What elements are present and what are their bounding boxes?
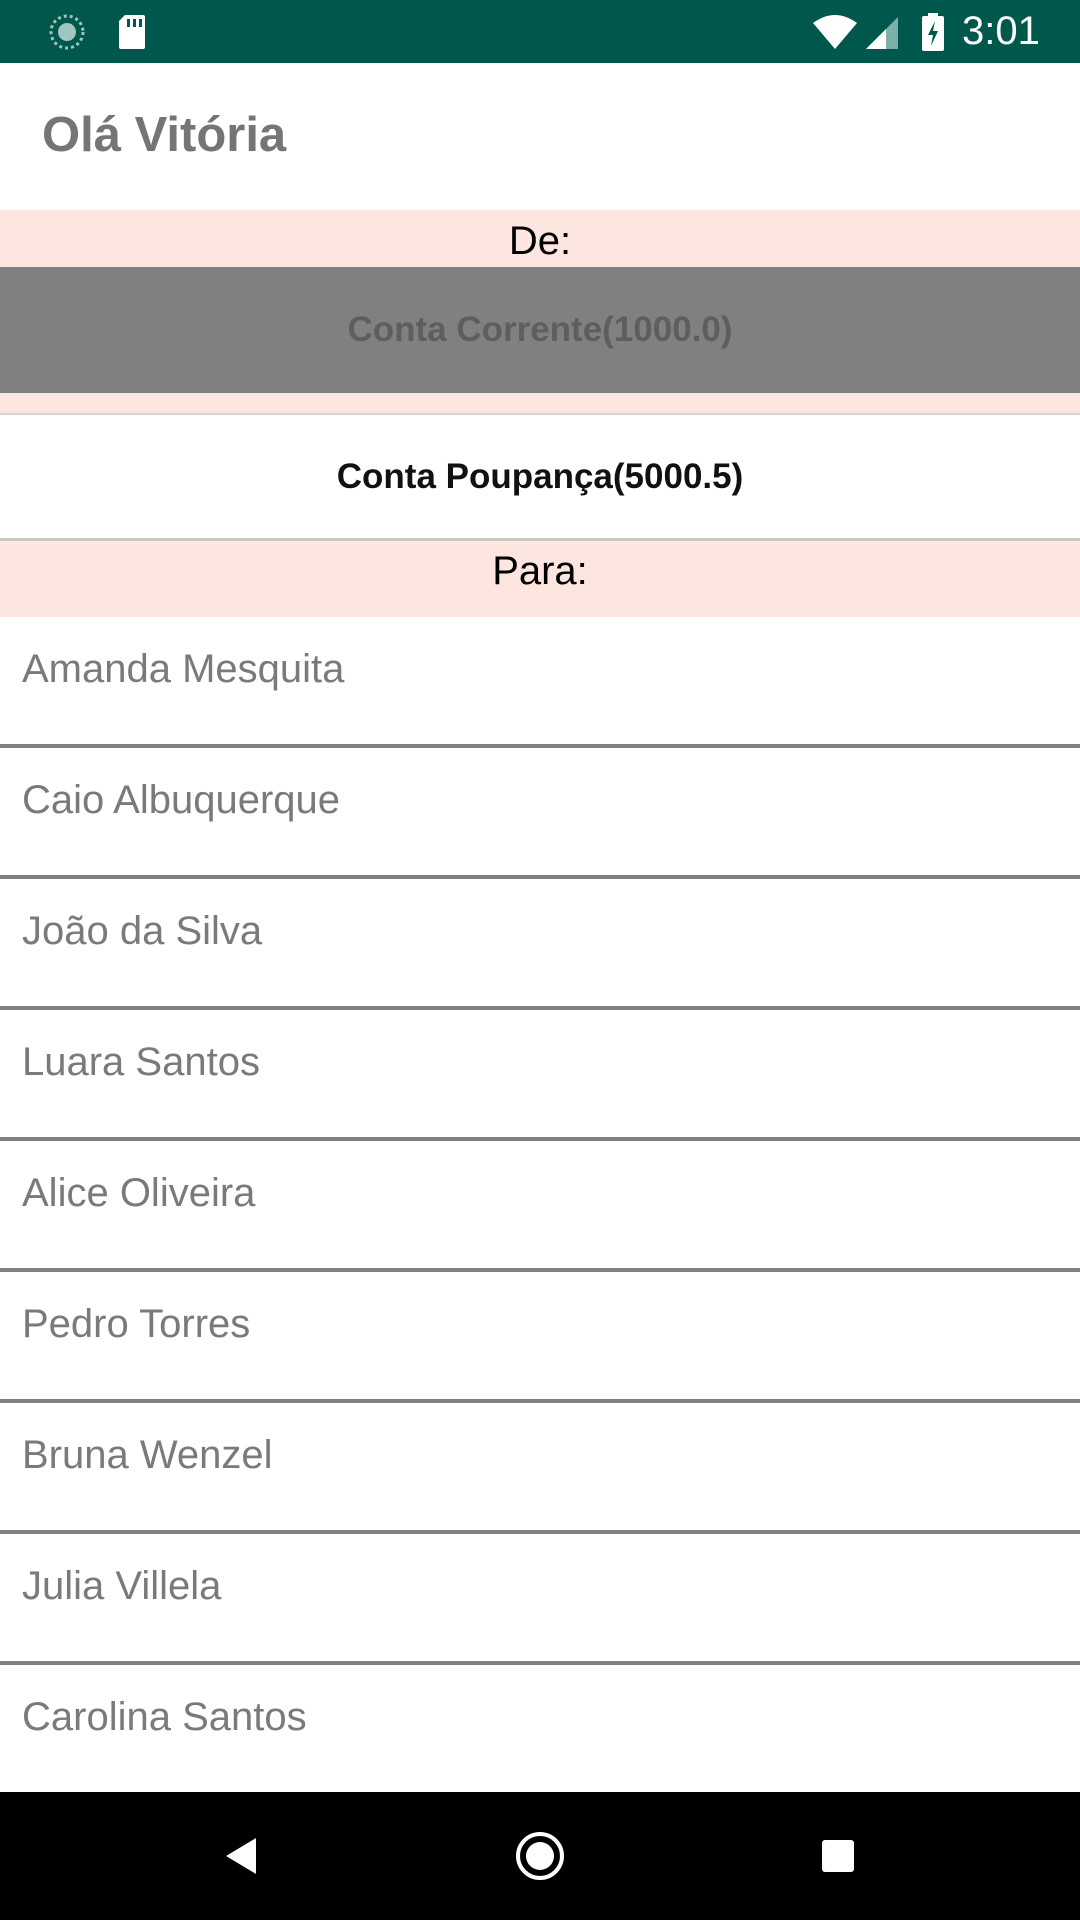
from-label: De: [0,210,1080,267]
contact-name: Luara Santos [22,1040,260,1084]
back-icon[interactable] [182,1792,302,1920]
home-icon[interactable] [480,1792,600,1920]
contact-list[interactable]: Amanda Mesquita Caio Albuquerque João da… [0,617,1080,1792]
recents-icon[interactable] [778,1792,898,1920]
contact-name: João da Silva [22,909,263,953]
contact-name: Amanda Mesquita [22,647,345,691]
greeting-title: Olá Vitória [42,108,287,162]
screen: 3:01 Olá Vitória De: Conta Corrente(1000… [0,0,1080,1920]
signal-icon [862,0,902,63]
wifi-icon [808,0,862,63]
to-label: Para: [0,541,1080,617]
sync-icon [44,0,90,63]
app-header: Olá Vitória [0,63,1080,210]
sd-card-icon [112,0,152,63]
contact-item[interactable]: Amanda Mesquita [0,617,1080,748]
status-time: 3:01 [962,9,1040,53]
divider [0,393,1080,413]
contact-name: Julia Villela [22,1564,222,1608]
account-savings-label: Conta Poupança(5000.5) [336,456,744,496]
contact-item[interactable]: Carolina Santos [0,1665,1080,1792]
account-checking-button[interactable]: Conta Corrente(1000.0) [0,267,1080,393]
contact-name: Caio Albuquerque [22,778,341,822]
contact-item[interactable]: Alice Oliveira [0,1141,1080,1272]
contact-item[interactable]: Bruna Wenzel [0,1403,1080,1534]
battery-charging-icon [918,0,948,63]
contact-name: Alice Oliveira [22,1171,256,1215]
account-checking-label: Conta Corrente(1000.0) [347,310,733,349]
contact-item[interactable]: Julia Villela [0,1534,1080,1665]
contact-name: Carolina Santos [22,1695,307,1739]
status-bar: 3:01 [0,0,1080,63]
navigation-bar [0,1792,1080,1920]
contact-item[interactable]: João da Silva [0,879,1080,1010]
contact-item[interactable]: Pedro Torres [0,1272,1080,1403]
contact-name: Bruna Wenzel [22,1433,273,1477]
account-savings-button[interactable]: Conta Poupança(5000.5) [0,413,1080,541]
contact-name: Pedro Torres [22,1302,251,1346]
contact-item[interactable]: Luara Santos [0,1010,1080,1141]
contact-item[interactable]: Caio Albuquerque [0,748,1080,879]
